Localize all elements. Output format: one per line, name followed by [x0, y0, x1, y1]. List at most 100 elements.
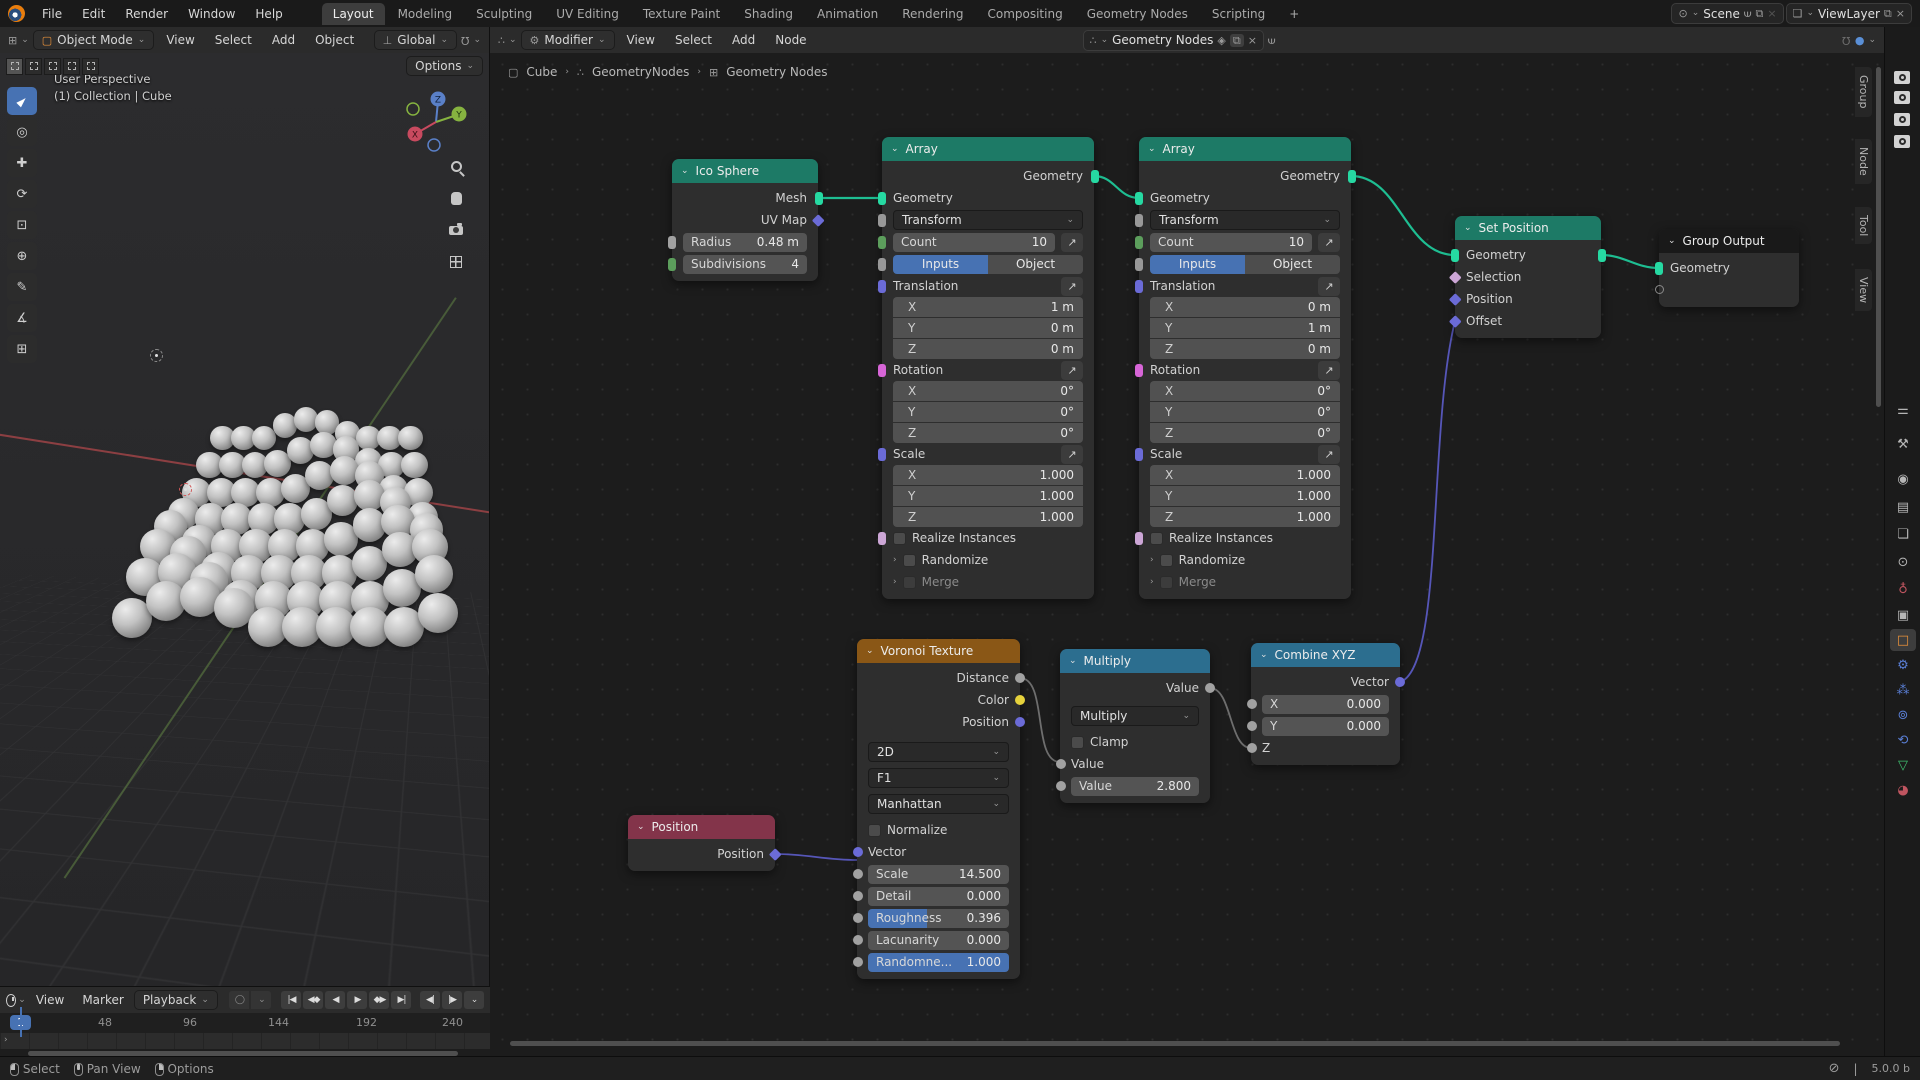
tab-material[interactable]: ◕: [1890, 779, 1916, 801]
node-header[interactable]: ⌄ Ico Sphere: [672, 159, 818, 183]
translation-x[interactable]: 0 m: [1308, 300, 1331, 314]
value2-row[interactable]: Value2.800: [1060, 775, 1210, 797]
tab-constraints[interactable]: ⟲: [1890, 729, 1916, 751]
translation-z[interactable]: 0 m: [1051, 342, 1074, 356]
vp-menu-add[interactable]: Add: [264, 30, 303, 50]
tab-particles[interactable]: ⁂: [1890, 679, 1916, 701]
tool-select-box[interactable]: ►: [7, 87, 37, 115]
node-header[interactable]: ⌄ Group Output: [1659, 229, 1799, 253]
blender-logo-icon[interactable]: [8, 5, 25, 22]
remove-viewlayer-icon[interactable]: ×: [1896, 8, 1905, 19]
select-mode-invert[interactable]: [63, 58, 80, 75]
transform-menu-row[interactable]: Transform⌄: [882, 209, 1094, 231]
node-header[interactable]: ⌄ Combine XYZ: [1251, 643, 1400, 667]
scene-selector[interactable]: ⊙ ⌄ Scene ⟒ ⧉ ×: [1671, 3, 1783, 24]
rotation-y[interactable]: 0°: [1060, 405, 1074, 419]
merge-panel-row[interactable]: › Merge: [882, 571, 1094, 593]
transform-menu-row[interactable]: Transform⌄: [1139, 209, 1351, 231]
attribute-toggle-button[interactable]: ↗: [1061, 361, 1083, 380]
socket-toggle-in[interactable]: [1135, 258, 1143, 271]
socket-randomness-in[interactable]: [853, 957, 863, 967]
sidebar-tab-view[interactable]: View: [1855, 269, 1872, 311]
inputs-object-toggle[interactable]: InputsObject: [882, 253, 1094, 275]
unlink-datablock-icon[interactable]: ×: [1248, 35, 1257, 46]
node-group-datablock[interactable]: ∴ ⌄ Geometry Nodes ◈ ⧉ ×: [1083, 30, 1264, 51]
socket-vector-in[interactable]: [853, 847, 863, 857]
auto-key-record-button[interactable]: ◯: [229, 991, 249, 1009]
randomize-panel-row[interactable]: › Randomize: [1139, 549, 1351, 571]
dimensions-dropdown[interactable]: 2D⌄: [857, 741, 1020, 763]
chevron-down-icon[interactable]: ⌄: [473, 36, 481, 45]
roughness-value[interactable]: 0.396: [967, 911, 1001, 925]
expand-icon[interactable]: ›: [893, 578, 897, 587]
collapse-icon[interactable]: ⌄: [681, 167, 689, 176]
camera-icon[interactable]: [1894, 135, 1910, 148]
play-button[interactable]: ▶: [347, 991, 367, 1009]
translation-y[interactable]: 1 m: [1308, 321, 1331, 335]
ne-menu-view[interactable]: View: [619, 30, 663, 50]
ne-menu-add[interactable]: Add: [724, 30, 763, 50]
socket-rotation-in[interactable]: [1135, 364, 1143, 377]
tool-scale[interactable]: ⊡: [7, 211, 37, 239]
node-ico-sphere[interactable]: ⌄ Ico Sphere Mesh UV Map Radius0.48 m Su…: [672, 159, 818, 281]
randomize-checkbox[interactable]: [1160, 554, 1173, 567]
tab-output[interactable]: ▤: [1890, 496, 1916, 518]
translation-vector[interactable]: X0 m Y1 m Z0 m: [1150, 297, 1340, 359]
subdivisions-value[interactable]: 4: [791, 257, 799, 271]
toggle-object[interactable]: Object: [988, 255, 1083, 274]
new-scene-icon[interactable]: ⧉: [1755, 8, 1763, 19]
operation-dropdown[interactable]: Multiply⌄: [1060, 705, 1210, 727]
menu-render[interactable]: Render: [116, 4, 177, 24]
inputs-object-toggle[interactable]: InputsObject: [1139, 253, 1351, 275]
socket-subdivisions-in[interactable]: [668, 258, 676, 271]
tool-annotate[interactable]: ✎: [7, 273, 37, 301]
camera-icon[interactable]: [1894, 91, 1910, 104]
tab-view-layer[interactable]: ❏: [1890, 523, 1916, 545]
menu-file[interactable]: File: [33, 4, 71, 24]
merge-checkbox[interactable]: [903, 576, 916, 589]
socket-rotation-in[interactable]: [878, 364, 886, 377]
collapse-icon[interactable]: ⌄: [891, 145, 899, 154]
node-tree-type-dropdown[interactable]: ⚙ Modifier ⌄: [521, 30, 615, 50]
tab-collection[interactable]: ▣: [1890, 604, 1916, 626]
node-header[interactable]: ⌄ Multiply: [1060, 649, 1210, 673]
rotation-x[interactable]: 0°: [1317, 384, 1331, 398]
socket-x-in[interactable]: [1247, 699, 1257, 709]
socket-value1-in[interactable]: [1056, 759, 1066, 769]
socket-vector-out[interactable]: [1395, 677, 1405, 687]
channel-expand-icon[interactable]: ›: [4, 1036, 8, 1045]
socket-geometry-in[interactable]: [1655, 262, 1663, 275]
unlink-scene-icon[interactable]: ×: [1767, 8, 1776, 19]
frame-ruler[interactable]: 48 96 144 192 240 1: [0, 1013, 490, 1033]
socket-detail-in[interactable]: [853, 891, 863, 901]
socket-translation-in[interactable]: [878, 280, 886, 293]
tool-move[interactable]: ✚: [7, 149, 37, 177]
socket-position-out[interactable]: [1015, 717, 1025, 727]
tab-tool[interactable]: ⚒: [1890, 433, 1916, 455]
play-reverse-button[interactable]: ◀: [325, 991, 345, 1009]
feature-dropdown[interactable]: F1⌄: [857, 767, 1020, 789]
h-scrollbar[interactable]: [510, 1041, 1840, 1046]
properties-editor[interactable]: ⚌ ⚒ ◉ ▤ ❏ ⊙ ♁ ▣ □ ⚙ ⁂ ⊚ ⟲ ▽ ◕: [1884, 27, 1920, 1056]
scale-value[interactable]: 14.500: [959, 867, 1001, 881]
node-header[interactable]: ⌄ Set Position: [1455, 216, 1601, 240]
node-header[interactable]: ⌄ Array: [882, 137, 1094, 161]
prev-keyframe-button[interactable]: ◀◆: [303, 991, 323, 1009]
socket-count-in[interactable]: [1135, 236, 1143, 249]
v-scrollbar[interactable]: [1876, 67, 1881, 407]
socket-lacunarity-in[interactable]: [853, 935, 863, 945]
socket-menu-in[interactable]: [1135, 214, 1143, 227]
tl-menu-playback[interactable]: Playback⌄: [134, 990, 218, 1010]
select-mode-intersect[interactable]: [82, 58, 99, 75]
rotation-z[interactable]: 0°: [1317, 426, 1331, 440]
zoom-button[interactable]: [445, 155, 467, 177]
scale-vector[interactable]: X1.000 Y1.000 Z1.000: [893, 465, 1083, 527]
sidebar-tab-tool[interactable]: Tool: [1855, 207, 1872, 244]
node-combine-xyz[interactable]: ⌄ Combine XYZ Vector X0.000 Y0.000 Z: [1251, 643, 1400, 765]
node-group-output[interactable]: ⌄ Group Output Geometry: [1659, 229, 1799, 307]
editor-type-icon[interactable]: ⊞: [8, 35, 17, 46]
socket-geometry-out[interactable]: [1348, 170, 1356, 183]
workspace-tab-sculpting[interactable]: Sculpting: [465, 3, 543, 25]
camera-icon[interactable]: [1894, 71, 1910, 84]
workspace-tab-geometry-nodes[interactable]: Geometry Nodes: [1076, 3, 1199, 25]
